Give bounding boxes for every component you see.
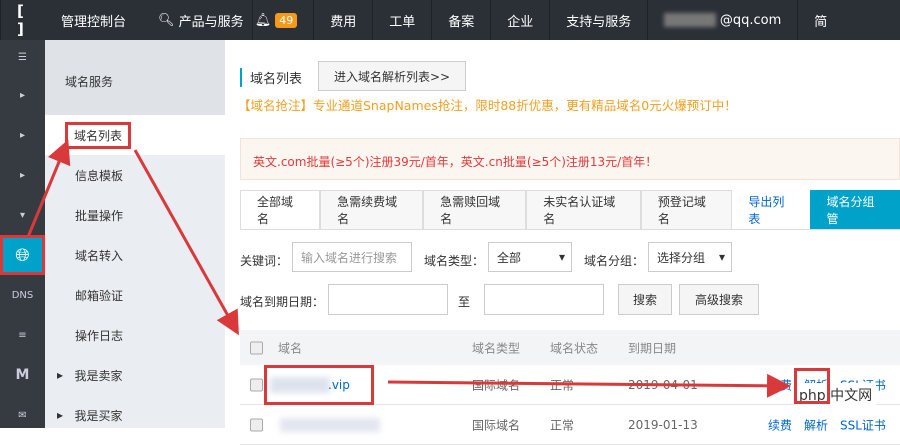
arrow-list-to-table xyxy=(133,149,239,336)
arrow-rail-to-list xyxy=(26,139,71,238)
annotation-arrows xyxy=(26,139,791,398)
arrow-domain-to-resolve xyxy=(387,373,791,398)
